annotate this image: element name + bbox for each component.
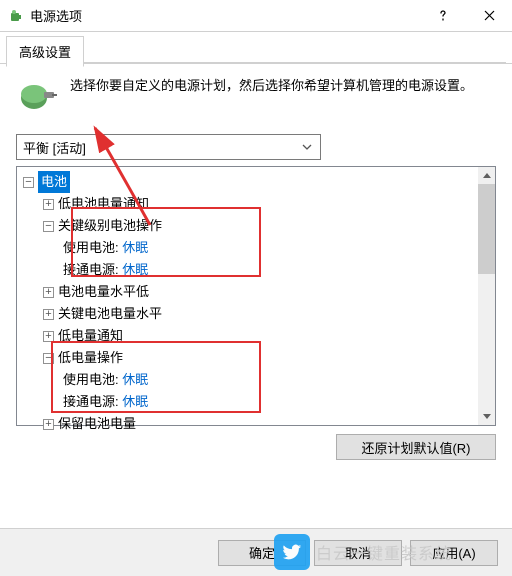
help-button[interactable] <box>420 0 466 32</box>
chevron-down-icon <box>298 136 316 158</box>
expand-icon[interactable]: + <box>43 419 54 430</box>
close-button[interactable] <box>466 0 512 32</box>
watermark-text: 白云一键重装系统 <box>316 540 452 564</box>
scroll-thumb[interactable] <box>478 184 495 274</box>
tab-strip: 高级设置 <box>0 32 512 64</box>
tree-setting[interactable]: 使用电池: 休眠 <box>23 237 495 259</box>
scroll-down-icon[interactable] <box>478 408 495 425</box>
tree-item[interactable]: +关键电池电量水平 <box>23 303 495 325</box>
power-plan-icon <box>8 8 24 24</box>
plan-select[interactable]: 平衡 [活动] <box>16 134 321 160</box>
power-icon <box>16 76 58 118</box>
watermark-icon <box>274 534 310 570</box>
watermark: 白云一键重装系统 <box>274 534 452 570</box>
expand-icon[interactable]: + <box>43 287 54 298</box>
tree-item[interactable]: +保留电池电量 <box>23 413 495 435</box>
tree-item[interactable]: −关键级别电池操作 <box>23 215 495 237</box>
restore-defaults-button[interactable]: 还原计划默认值(R) <box>336 434 496 460</box>
setting-value[interactable]: 休眠 <box>122 369 148 391</box>
collapse-icon[interactable]: − <box>43 221 54 232</box>
setting-value[interactable]: 休眠 <box>122 391 148 413</box>
setting-value[interactable]: 休眠 <box>122 259 148 281</box>
tree-setting[interactable]: 使用电池: 休眠 <box>23 369 495 391</box>
description-text: 选择你要自定义的电源计划，然后选择你希望计算机管理的电源设置。 <box>70 76 473 118</box>
window-title: 电源选项 <box>30 6 420 25</box>
expand-icon[interactable]: + <box>43 199 54 210</box>
tree-item[interactable]: +低电池电量通知 <box>23 193 495 215</box>
tab-content: 选择你要自定义的电源计划，然后选择你希望计算机管理的电源设置。 平衡 [活动] … <box>0 64 512 472</box>
collapse-icon[interactable]: − <box>23 177 34 188</box>
title-bar: 电源选项 <box>0 0 512 32</box>
tree-setting[interactable]: 接通电源: 休眠 <box>23 259 495 281</box>
tree-item[interactable]: +电池电量水平低 <box>23 281 495 303</box>
tree-item-battery[interactable]: −电池 <box>23 171 495 193</box>
settings-tree: −电池 +低电池电量通知 −关键级别电池操作 使用电池: 休眠 接通电源: 休眠… <box>16 166 496 426</box>
tab-advanced-settings[interactable]: 高级设置 <box>6 36 84 67</box>
tree-setting[interactable]: 接通电源: 休眠 <box>23 391 495 413</box>
tree-item[interactable]: +低电量通知 <box>23 325 495 347</box>
scroll-track[interactable] <box>478 184 495 408</box>
expand-icon[interactable]: + <box>43 331 54 342</box>
expand-icon[interactable]: + <box>43 309 54 320</box>
tree-item[interactable]: −低电量操作 <box>23 347 495 369</box>
collapse-icon[interactable]: − <box>43 353 54 364</box>
scrollbar[interactable] <box>478 167 495 425</box>
plan-select-value: 平衡 [活动] <box>23 138 298 157</box>
scroll-up-icon[interactable] <box>478 167 495 184</box>
setting-value[interactable]: 休眠 <box>122 237 148 259</box>
